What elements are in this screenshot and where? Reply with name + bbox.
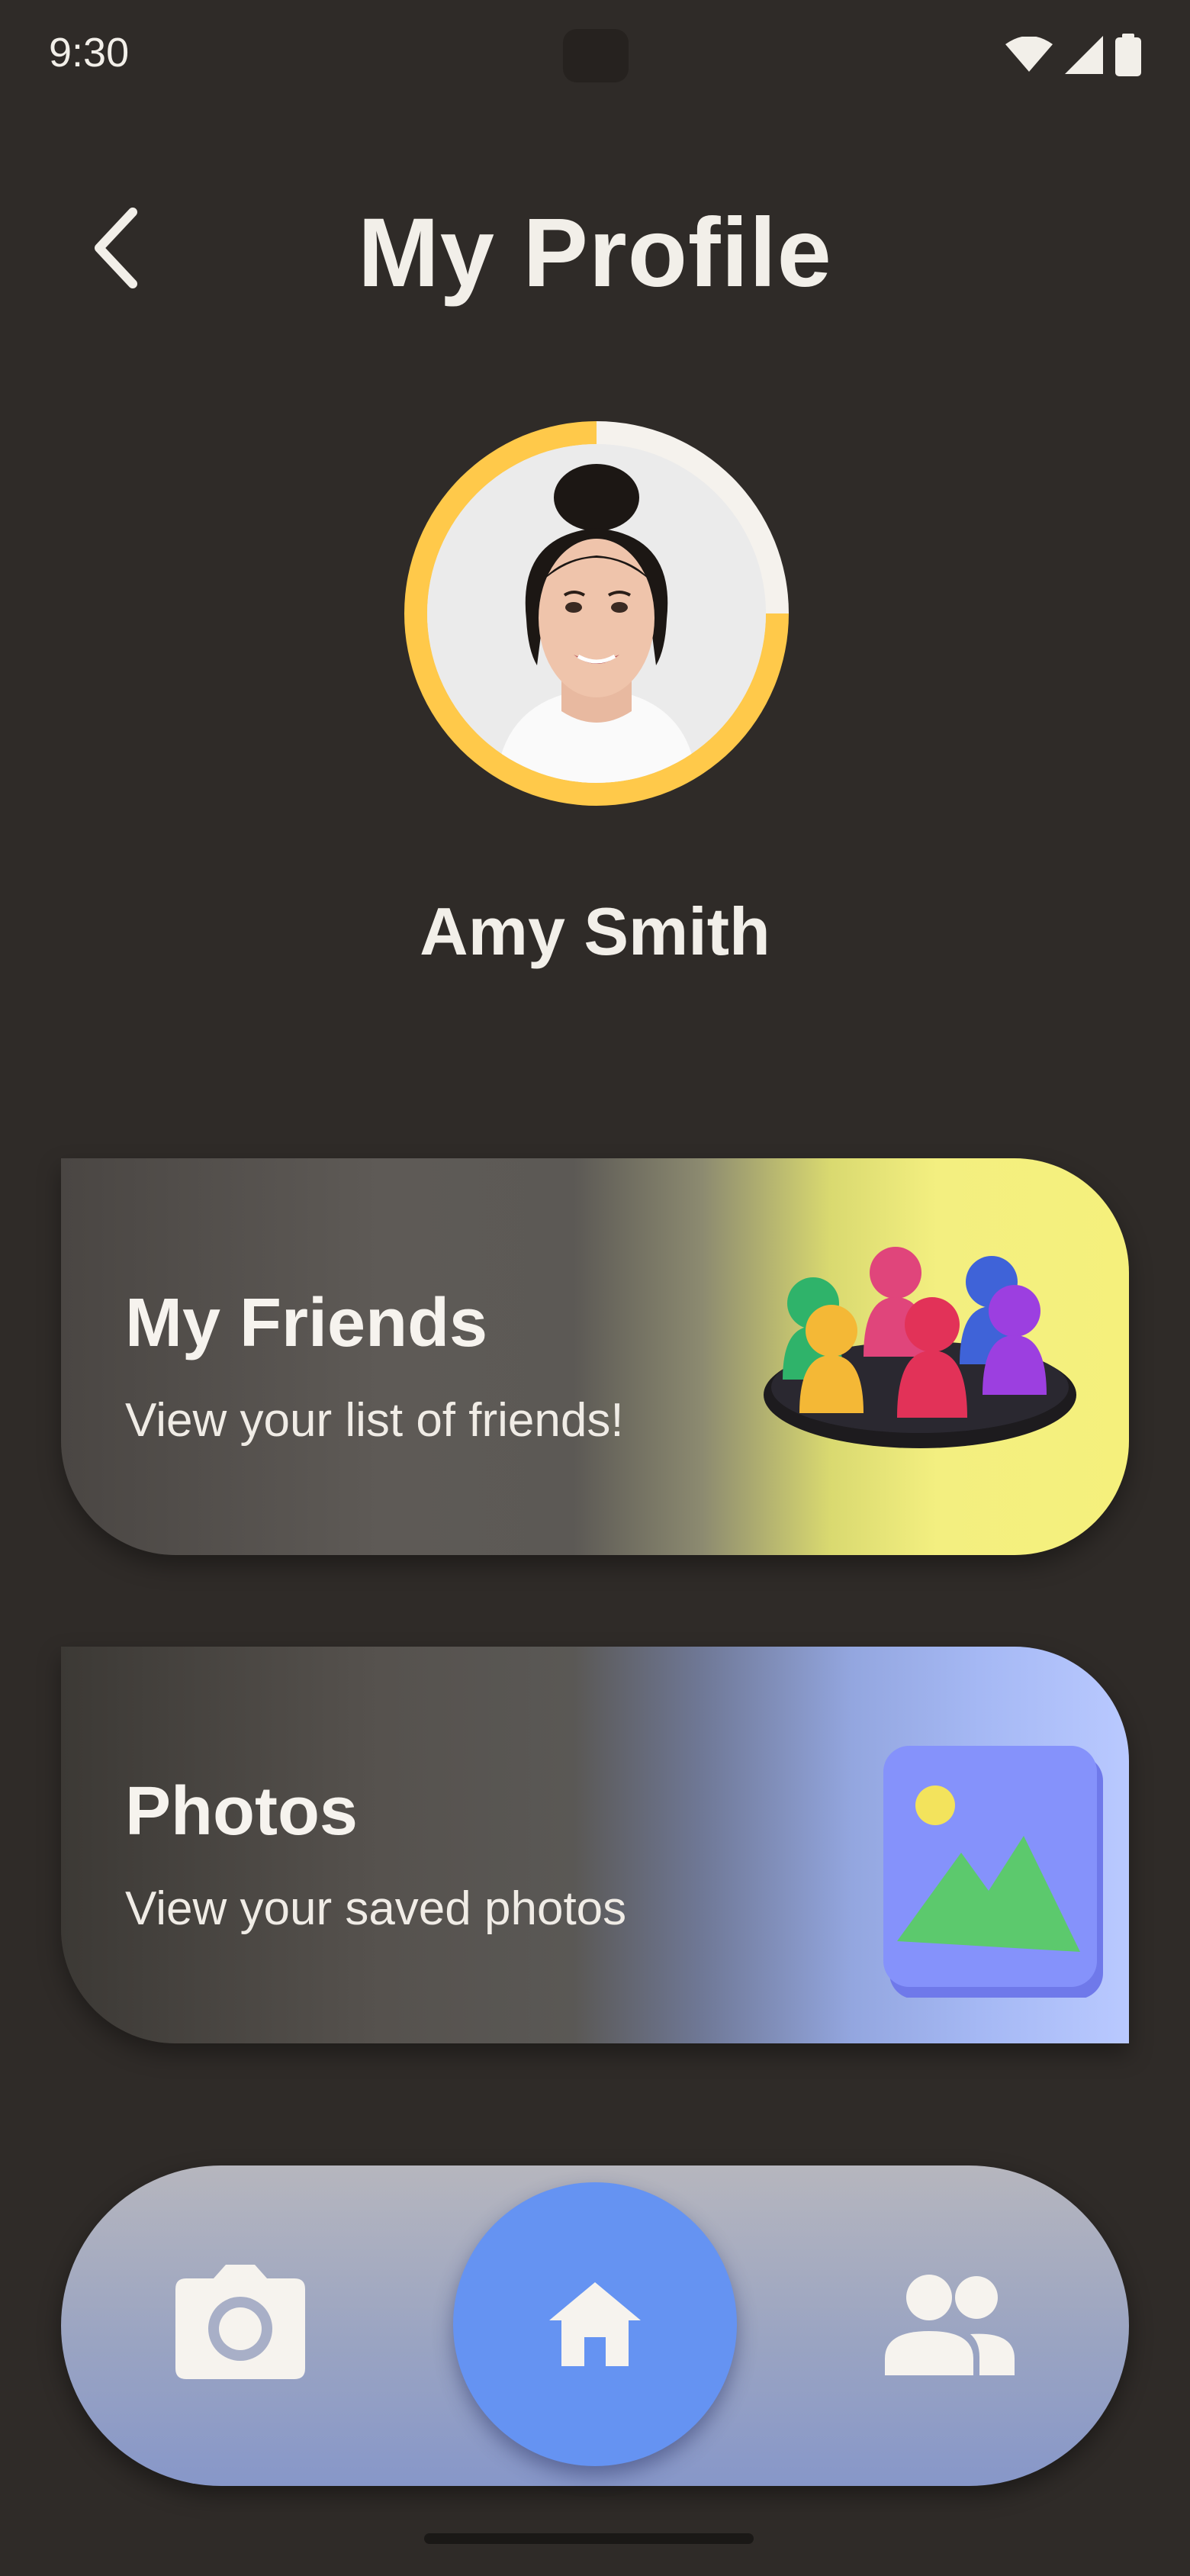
friends-card[interactable]: My Friends View your list of friends! (61, 1158, 1129, 1555)
photos-card[interactable]: Photos View your saved photos (61, 1647, 1129, 2043)
status-bar: 9:30 (0, 0, 1190, 107)
wifi-icon (1005, 37, 1053, 72)
photos-card-subtitle: View your saved photos (125, 1882, 627, 1935)
page-title: My Profile (358, 198, 832, 308)
nav-home-button[interactable] (453, 2182, 737, 2466)
friends-group-icon (764, 1247, 1076, 1448)
camera-cutout (563, 29, 629, 82)
avatar[interactable] (404, 421, 789, 806)
bottom-navigation (61, 2165, 1129, 2486)
image-gallery-icon (883, 1746, 1103, 1998)
status-icons (1005, 34, 1141, 76)
people-icon (885, 2275, 1015, 2375)
signal-icon (1065, 36, 1103, 74)
camera-icon (175, 2265, 305, 2379)
home-icon (549, 2282, 641, 2366)
person-photo-icon (427, 444, 766, 783)
photos-card-title: Photos (125, 1773, 358, 1850)
header: My Profile (0, 175, 1190, 328)
home-indicator[interactable] (424, 2533, 754, 2544)
status-time: 9:30 (49, 30, 130, 76)
profile-name: Amy Smith (420, 894, 770, 969)
friends-card-title: My Friends (125, 1285, 488, 1361)
nav-friends-button[interactable] (885, 2268, 1015, 2375)
friends-card-subtitle: View your list of friends! (125, 1394, 624, 1447)
battery-icon (1115, 34, 1141, 76)
avatar-photo (427, 444, 766, 783)
nav-camera-button[interactable] (175, 2265, 305, 2379)
